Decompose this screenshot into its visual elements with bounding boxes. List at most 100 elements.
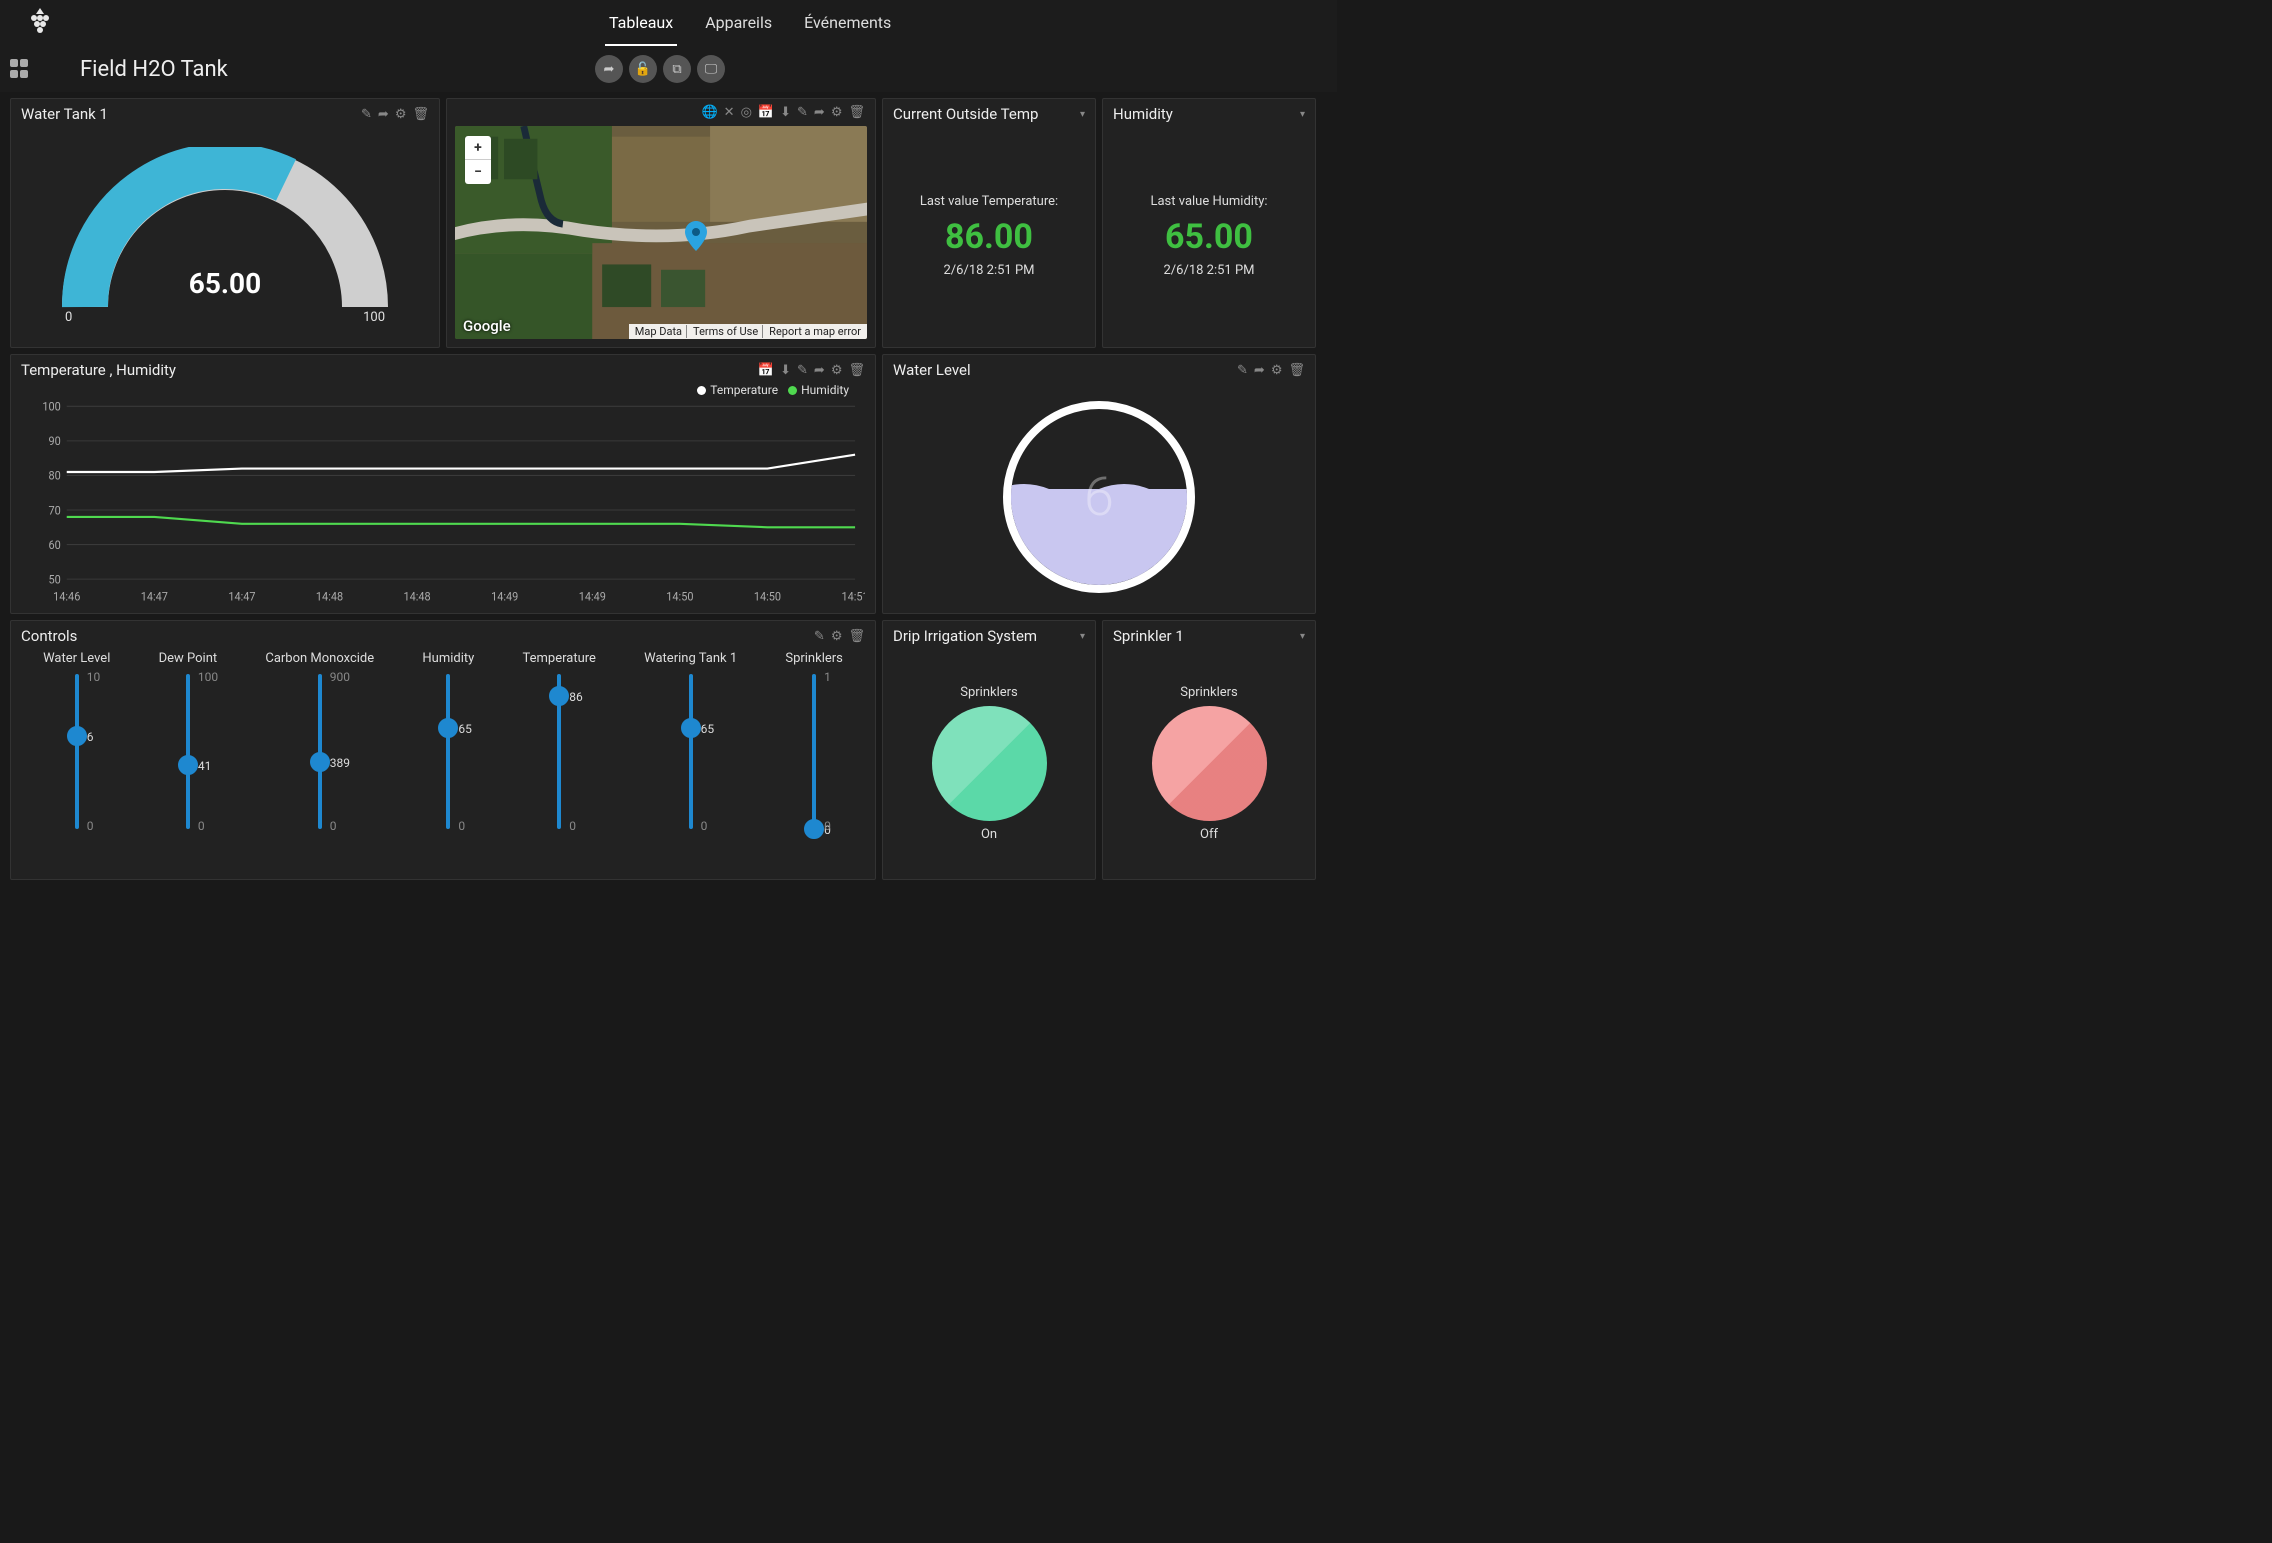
svg-text:60: 60 [49,537,61,551]
slider-min: 0 [87,819,94,833]
humidity-timestamp: 2/6/18 2:51 PM [1150,263,1267,278]
nav-appareils[interactable]: Appareils [701,1,776,46]
slider-max: 1 [824,670,831,684]
zoom-out-button[interactable]: − [465,160,491,184]
slider-value: 6 [87,730,94,744]
copy-icon[interactable]: ⧉ [663,55,691,83]
share-icon[interactable]: ➦ [378,107,389,122]
slider-label: Humidity [422,651,474,666]
legend-hum: Humidity [801,383,849,397]
svg-text:80: 80 [49,468,61,482]
sprinkler-state: Off [1200,827,1218,842]
slider-label: Temperature [523,651,596,666]
drip-toggle[interactable] [932,706,1047,821]
chevron-down-icon[interactable]: ▾ [1300,109,1305,120]
drip-title: Drip Irrigation System [893,627,1072,645]
nav-tableaux[interactable]: Tableaux [605,1,677,46]
humidity-title: Humidity [1113,105,1292,123]
temp-value: 86.00 [920,217,1058,257]
chevron-down-icon[interactable]: ▾ [1080,109,1085,120]
calendar-icon[interactable]: 📅 [758,363,774,378]
calendar-icon[interactable]: 📅 [758,105,774,120]
gear-icon[interactable]: ⚙ [1271,363,1283,378]
download-icon[interactable]: ⬇ [780,105,791,120]
expand-icon[interactable]: ✕ [724,105,735,120]
slider-label: Dew Point [159,651,218,666]
slider-label: Watering Tank 1 [644,651,737,666]
trash-icon[interactable]: 🗑 [848,105,865,120]
chevron-down-icon[interactable]: ▾ [1080,631,1085,642]
pencil-icon[interactable]: ✎ [1237,363,1248,378]
svg-text:14:46: 14:46 [53,589,80,603]
nav-evenements[interactable]: Événements [800,1,895,46]
tank-value: 6 [1084,466,1114,529]
sprinkler-toggle[interactable] [1152,706,1267,821]
svg-text:14:48: 14:48 [404,589,431,603]
slider-humidity[interactable]: Humidity650 [422,651,474,871]
slider-watering-tank-1[interactable]: Watering Tank 1650 [644,651,737,871]
slider-value: 86 [569,690,583,704]
share-icon[interactable]: ➦ [1254,363,1265,378]
zoom-in-button[interactable]: + [465,136,491,160]
water-tank-title: Water Tank 1 [21,105,355,123]
gear-icon[interactable]: ⚙ [831,105,843,120]
svg-text:14:48: 14:48 [316,589,343,603]
svg-text:70: 70 [49,503,61,517]
slider-sprinklers[interactable]: Sprinklers100 [785,651,843,871]
share-icon[interactable]: ➦ [595,55,623,83]
slider-min: 0 [701,819,708,833]
slider-water-level[interactable]: Water Level 10 6 0 [43,651,110,871]
slider-max: 10 [87,670,101,684]
slider-value: 41 [198,759,212,773]
pencil-icon[interactable]: ✎ [361,107,372,122]
target-icon[interactable]: ◎ [741,105,752,120]
controls-title: Controls [21,627,808,645]
google-logo: Google [463,317,511,335]
temp-label: Last value Temperature: [920,194,1058,209]
svg-text:14:49: 14:49 [579,589,606,603]
pencil-icon[interactable]: ✎ [814,629,825,644]
svg-text:14:47: 14:47 [141,589,168,603]
gauge-max: 100 [363,310,385,325]
gauge-min: 0 [65,310,72,325]
chevron-down-icon[interactable]: ▾ [1300,631,1305,642]
svg-text:90: 90 [49,434,61,448]
svg-text:14:50: 14:50 [666,589,693,603]
slider-carbon-monoxcide[interactable]: Carbon Monoxcide9003890 [265,651,374,871]
trash-icon[interactable]: 🗑 [412,107,429,122]
slider-dew-point[interactable]: Dew Point100410 [159,651,218,871]
slider-max: 900 [330,670,350,684]
share-icon[interactable]: ➦ [814,105,825,120]
trash-icon[interactable]: 🗑 [848,629,865,644]
gear-icon[interactable]: ⚙ [831,363,843,378]
trash-icon[interactable]: 🗑 [848,363,865,378]
globe-icon[interactable]: 🌐 [701,105,717,120]
pencil-icon[interactable]: ✎ [797,363,808,378]
download-icon[interactable]: ⬇ [780,363,791,378]
lock-icon[interactable]: 🔓 [629,55,657,83]
gear-icon[interactable]: ⚙ [831,629,843,644]
gear-icon[interactable]: ⚙ [395,107,407,122]
page-title: Field H2O Tank [80,57,228,82]
slider-label: Water Level [43,651,110,666]
drip-state: On [981,827,997,842]
slider-temperature[interactable]: Temperature 86 0 [523,651,596,871]
map-marker-icon[interactable] [685,221,707,255]
share-icon[interactable]: ➦ [814,363,825,378]
slider-max: 100 [198,670,218,684]
map-report-link[interactable]: Report a map error [765,325,865,338]
trash-icon[interactable]: 🗑 [1288,363,1305,378]
map-terms-link[interactable]: Terms of Use [689,325,763,338]
slider-value: 389 [330,756,350,770]
map-data-link[interactable]: Map Data [631,325,687,338]
slider-min: 0 [824,819,831,833]
pencil-icon[interactable]: ✎ [797,105,808,120]
display-icon[interactable]: 🖵 [697,55,725,83]
svg-text:14:51: 14:51 [841,589,865,603]
svg-text:14:50: 14:50 [754,589,781,603]
slider-min: 0 [330,819,337,833]
slider-label: Sprinklers [785,651,843,666]
map-widget[interactable]: + − Google Map Data Terms of Use Report … [455,126,867,339]
dashboard-grid-icon[interactable] [10,59,30,79]
slider-min: 0 [569,819,576,833]
